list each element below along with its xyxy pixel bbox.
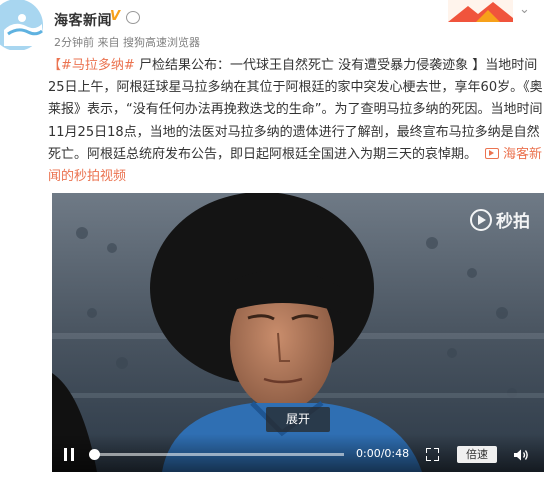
link-video-icon xyxy=(485,147,500,159)
expand-button[interactable]: 展开 xyxy=(266,407,330,432)
post-body: 当地时间25日上午，阿根廷球星马拉多纳在其位于阿根廷的家中突发心梗去世，享年60… xyxy=(48,58,543,162)
pause-icon[interactable] xyxy=(64,448,76,461)
avatar[interactable] xyxy=(0,0,46,50)
verified-icon: V xyxy=(110,9,121,24)
video-time: 0:00/0:48 xyxy=(356,447,410,460)
source-prefix: 来自 xyxy=(97,36,120,49)
fullscreen-icon[interactable] xyxy=(426,448,439,461)
post-text: 【#马拉多纳# 尸检结果公布：一代球王自然死亡 没有遭受暴力侵袭迹象 】当地时间… xyxy=(48,55,544,188)
progress-knob[interactable] xyxy=(89,449,100,460)
progress-bar[interactable] xyxy=(91,453,344,456)
hashtag-link[interactable]: #马拉多纳# xyxy=(61,58,135,73)
miaopai-logo-icon: 秒拍 xyxy=(470,207,530,232)
open-bracket: 【 xyxy=(48,58,62,73)
member-icon xyxy=(126,11,140,24)
post-meta: 2分钟前 来自 搜狗高速浏览器 xyxy=(54,34,200,50)
post-headline: 尸检结果公布：一代球王自然死亡 没有遭受暴力侵袭迹象 】 xyxy=(134,58,486,73)
post-time[interactable]: 2分钟前 xyxy=(54,36,94,49)
decoration-banner xyxy=(448,0,513,22)
speed-button[interactable]: 倍速 xyxy=(457,446,497,463)
account-name[interactable]: 海客新闻 xyxy=(54,10,112,30)
chevron-down-icon[interactable]: ⌄ xyxy=(519,2,530,17)
post-source[interactable]: 搜狗高速浏览器 xyxy=(123,36,200,49)
video-player[interactable]: 秒拍 展开 0:00/0:48 倍速 xyxy=(52,193,544,472)
volume-icon[interactable] xyxy=(513,447,529,461)
watermark-text: 秒拍 xyxy=(496,212,530,232)
video-controls: 0:00/0:48 倍速 xyxy=(52,434,544,472)
